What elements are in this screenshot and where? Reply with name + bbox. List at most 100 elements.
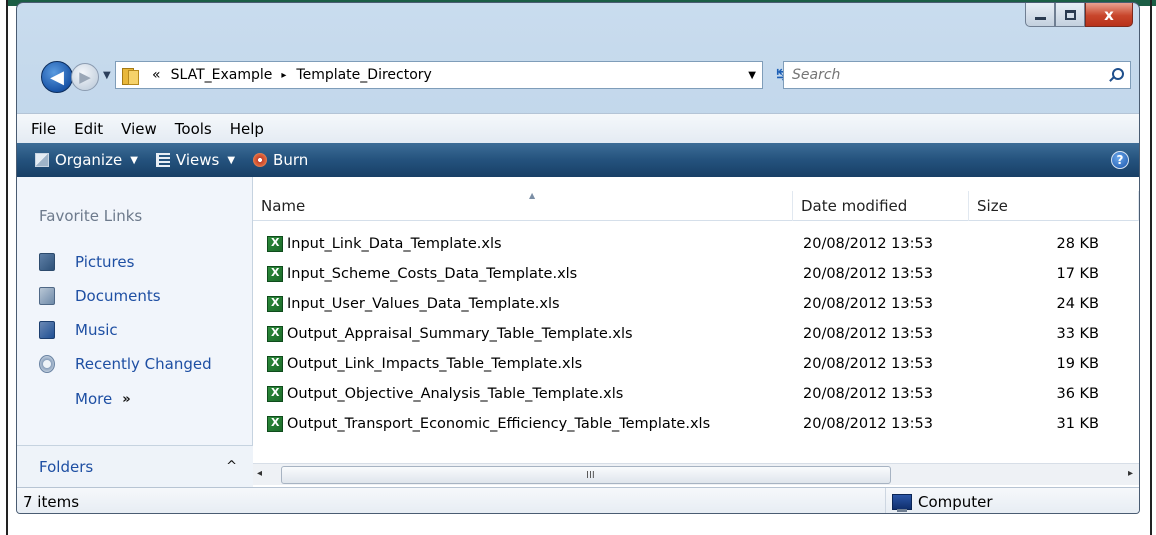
excel-file-icon bbox=[267, 386, 283, 402]
file-name: Output_Objective_Analysis_Table_Template… bbox=[287, 386, 624, 402]
address-dropdown-button[interactable]: ▼ bbox=[748, 70, 756, 81]
column-header-date-modified[interactable]: Date modified bbox=[793, 191, 969, 221]
excel-file-icon bbox=[267, 416, 283, 432]
search-box bbox=[783, 61, 1131, 89]
file-date: 20/08/2012 13:53 bbox=[803, 266, 933, 282]
search-input[interactable] bbox=[792, 67, 1092, 83]
file-size: 33 KB bbox=[1056, 326, 1099, 342]
forward-button[interactable]: ▶ bbox=[71, 63, 99, 91]
breadcrumb-template-directory[interactable]: Template_Directory bbox=[296, 67, 431, 83]
file-row[interactable]: Output_Transport_Economic_Efficiency_Tab… bbox=[253, 409, 1139, 439]
favorite-links-list: Pictures Documents Music Recently Change… bbox=[39, 245, 212, 417]
breadcrumb-slat-example[interactable]: SLAT_Example bbox=[171, 67, 273, 83]
scrollbar-grip-icon: III bbox=[586, 470, 595, 481]
file-row[interactable]: Output_Appraisal_Summary_Table_Template.… bbox=[253, 319, 1139, 349]
file-row[interactable]: Input_Scheme_Costs_Data_Template.xls 20/… bbox=[253, 259, 1139, 289]
excel-file-icon bbox=[267, 266, 283, 282]
menu-file[interactable]: File bbox=[31, 120, 56, 138]
column-header-label: Size bbox=[977, 197, 1008, 215]
address-bar[interactable]: « SLAT_Example ▸ Template_Directory ▼ bbox=[115, 61, 763, 89]
pictures-icon bbox=[39, 253, 55, 271]
file-size: 24 KB bbox=[1056, 296, 1099, 312]
status-zone: Computer bbox=[885, 488, 993, 513]
file-name-cell: Input_Link_Data_Template.xls bbox=[253, 236, 793, 252]
favorite-link-label: Music bbox=[75, 321, 118, 339]
file-name: Output_Link_Impacts_Table_Template.xls bbox=[287, 356, 583, 372]
arrow-left-icon: ◀ bbox=[50, 66, 64, 88]
menu-edit[interactable]: Edit bbox=[74, 120, 103, 138]
file-row[interactable]: Input_User_Values_Data_Template.xls 20/0… bbox=[253, 289, 1139, 319]
file-name-cell: Input_User_Values_Data_Template.xls bbox=[253, 296, 793, 312]
minimize-icon bbox=[1034, 17, 1046, 20]
file-date: 20/08/2012 13:53 bbox=[803, 356, 933, 372]
favorite-link-music[interactable]: Music bbox=[39, 313, 212, 347]
back-button[interactable]: ◀ bbox=[41, 61, 73, 93]
status-bar: 7 items Computer bbox=[17, 487, 1139, 513]
explorer-window: x ◀ ▶ ▼ « SLAT_Example ▸ Template_Direct… bbox=[16, 2, 1140, 514]
navigation-row: ◀ ▶ ▼ « SLAT_Example ▸ Template_Director… bbox=[31, 59, 1131, 93]
file-name: Input_User_Values_Data_Template.xls bbox=[287, 296, 560, 312]
help-button[interactable]: ? bbox=[1111, 151, 1129, 169]
chevron-down-icon: ▼ bbox=[130, 154, 138, 166]
file-name-cell: Output_Transport_Economic_Efficiency_Tab… bbox=[253, 416, 793, 432]
file-name: Output_Appraisal_Summary_Table_Template.… bbox=[287, 326, 633, 342]
music-icon bbox=[39, 321, 55, 339]
favorite-link-label: Pictures bbox=[75, 253, 135, 271]
file-size: 28 KB bbox=[1056, 236, 1099, 252]
column-header-size[interactable]: Size bbox=[969, 191, 1139, 221]
burn-disc-icon bbox=[253, 153, 268, 167]
menu-help[interactable]: Help bbox=[230, 120, 264, 138]
organize-button[interactable]: Organize ▼ bbox=[35, 151, 138, 169]
excel-file-icon bbox=[267, 236, 283, 252]
maximize-button[interactable] bbox=[1055, 3, 1085, 27]
file-name-cell: Input_Scheme_Costs_Data_Template.xls bbox=[253, 266, 793, 282]
chevron-down-icon: ▼ bbox=[227, 154, 236, 166]
folders-toggle[interactable]: Folders ^ bbox=[17, 445, 253, 487]
menu-view[interactable]: View bbox=[121, 120, 157, 138]
excel-file-icon bbox=[267, 296, 283, 312]
file-row[interactable]: Output_Objective_Analysis_Table_Template… bbox=[253, 379, 1139, 409]
file-date: 20/08/2012 13:53 bbox=[803, 326, 933, 342]
file-row[interactable]: Input_Link_Data_Template.xls 20/08/2012 … bbox=[253, 229, 1139, 259]
recently-changed-icon bbox=[39, 355, 55, 373]
burn-button[interactable]: Burn bbox=[253, 151, 308, 169]
file-size: 17 KB bbox=[1056, 266, 1099, 282]
search-icon[interactable] bbox=[1108, 68, 1124, 82]
close-button[interactable]: x bbox=[1085, 3, 1133, 27]
chevron-down-icon: ▼ bbox=[103, 70, 111, 81]
scrollbar-thumb[interactable]: III bbox=[281, 466, 891, 484]
recent-pages-button[interactable]: ▼ bbox=[103, 70, 111, 81]
sort-ascending-icon: ▲ bbox=[529, 191, 536, 200]
file-row[interactable]: Output_Link_Impacts_Table_Template.xls 2… bbox=[253, 349, 1139, 379]
file-name-cell: Output_Objective_Analysis_Table_Template… bbox=[253, 386, 793, 402]
scroll-left-icon[interactable]: ◂ bbox=[257, 468, 262, 479]
favorite-link-documents[interactable]: Documents bbox=[39, 279, 212, 313]
double-chevron-right-icon: » bbox=[122, 391, 131, 407]
computer-icon bbox=[892, 494, 912, 512]
file-list: Input_Link_Data_Template.xls 20/08/2012 … bbox=[253, 229, 1139, 439]
file-size: 31 KB bbox=[1056, 416, 1099, 432]
breadcrumb-overflow-button[interactable]: « bbox=[152, 67, 161, 83]
zone-label: Computer bbox=[918, 493, 993, 511]
more-links-button[interactable]: More » bbox=[39, 381, 212, 417]
burn-label: Burn bbox=[273, 151, 309, 169]
maximize-icon bbox=[1064, 9, 1076, 20]
menu-tools[interactable]: Tools bbox=[175, 120, 212, 138]
menu-bar: File Edit View Tools Help bbox=[17, 113, 1139, 143]
favorite-links-title: Favorite Links bbox=[39, 207, 143, 225]
breadcrumb-separator-icon[interactable]: ▸ bbox=[281, 70, 286, 81]
arrow-right-icon: ▶ bbox=[79, 68, 91, 86]
favorite-link-recently-changed[interactable]: Recently Changed bbox=[39, 347, 212, 381]
favorite-link-label: Recently Changed bbox=[75, 355, 212, 373]
column-header-name[interactable]: ▲ Name bbox=[253, 191, 793, 221]
chevron-up-icon: ^ bbox=[226, 459, 237, 474]
navigation-pane: Favorite Links Pictures Documents Music … bbox=[17, 177, 253, 487]
scroll-right-icon[interactable]: ▸ bbox=[1128, 468, 1133, 479]
views-button[interactable]: Views ▼ bbox=[155, 151, 236, 169]
favorite-link-pictures[interactable]: Pictures bbox=[39, 245, 212, 279]
close-icon: x bbox=[1104, 5, 1114, 24]
minimize-button[interactable] bbox=[1025, 3, 1055, 27]
organize-label: Organize bbox=[55, 151, 123, 169]
organize-icon bbox=[35, 153, 49, 167]
horizontal-scrollbar[interactable]: ◂ III ▸ bbox=[253, 463, 1139, 485]
